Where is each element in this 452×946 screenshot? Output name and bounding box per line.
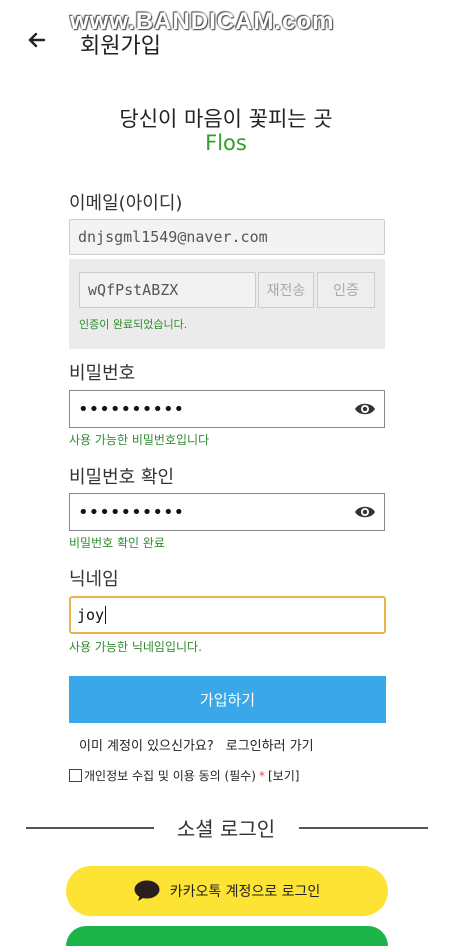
eye-icon[interactable] bbox=[354, 505, 376, 519]
back-button[interactable] bbox=[26, 30, 46, 56]
nickname-message: 사용 가능한 닉네임입니다. bbox=[69, 640, 202, 654]
privacy-agreement-text: 개인정보 수집 및 이용 동의 (필수) bbox=[84, 769, 256, 783]
page-title: 회원가입 bbox=[80, 34, 161, 59]
go-to-login-link[interactable]: 로그인하러 가기 bbox=[226, 739, 314, 754]
kakao-login-button[interactable]: 카카오톡 계정으로 로그인 bbox=[66, 866, 388, 916]
google-login-button[interactable] bbox=[66, 926, 388, 946]
kakao-login-label: 카카오톡 계정으로 로그인 bbox=[169, 884, 321, 900]
email-label: 이메일(아이디) bbox=[69, 193, 183, 214]
login-question: 이미 계정이 있으신가요? bbox=[79, 739, 214, 754]
slogan: 당신이 마음이 꽃피는 곳 bbox=[119, 107, 333, 131]
required-mark: * bbox=[258, 768, 265, 783]
verify-button[interactable]: 인증 bbox=[317, 272, 375, 308]
eye-icon[interactable] bbox=[354, 402, 376, 416]
login-prompt: 이미 계정이 있으신가요? 로그인하러 가기 bbox=[79, 735, 314, 754]
nickname-field[interactable]: joy bbox=[69, 596, 386, 634]
email-field[interactable]: dnjsgml1549@naver.com bbox=[69, 219, 385, 255]
password-value: •••••••••• bbox=[78, 398, 185, 420]
nickname-label: 닉네임 bbox=[69, 569, 119, 590]
arrow-left-icon bbox=[28, 32, 46, 48]
resend-button[interactable]: 재전송 bbox=[258, 272, 314, 308]
brand-name: Flos bbox=[205, 131, 247, 155]
privacy-agreement-checkbox[interactable] bbox=[69, 769, 82, 782]
password-confirm-field[interactable]: •••••••••• bbox=[69, 493, 385, 531]
password-label: 비밀번호 bbox=[69, 363, 136, 384]
password-confirm-message: 비밀번호 확인 완료 bbox=[69, 536, 165, 550]
verification-code-field[interactable]: wQfPstABZX bbox=[79, 272, 256, 308]
password-message: 사용 가능한 비밀번호입니다 bbox=[69, 433, 210, 447]
nickname-value: joy bbox=[77, 606, 105, 624]
signup-button[interactable]: 가입하기 bbox=[69, 676, 386, 723]
privacy-view-link[interactable]: [보기] bbox=[268, 767, 299, 784]
password-field[interactable]: •••••••••• bbox=[69, 390, 385, 428]
verification-message: 인증이 완료되었습니다. bbox=[79, 318, 188, 331]
privacy-agreement: 개인정보 수집 및 이용 동의 (필수) * [보기] bbox=[69, 767, 299, 784]
text-cursor bbox=[105, 606, 107, 624]
speech-bubble-icon bbox=[134, 880, 160, 901]
password-confirm-value: •••••••••• bbox=[78, 501, 185, 523]
social-login-title: 소셜 로그인 bbox=[176, 817, 276, 841]
password-confirm-label: 비밀번호 확인 bbox=[69, 467, 175, 488]
